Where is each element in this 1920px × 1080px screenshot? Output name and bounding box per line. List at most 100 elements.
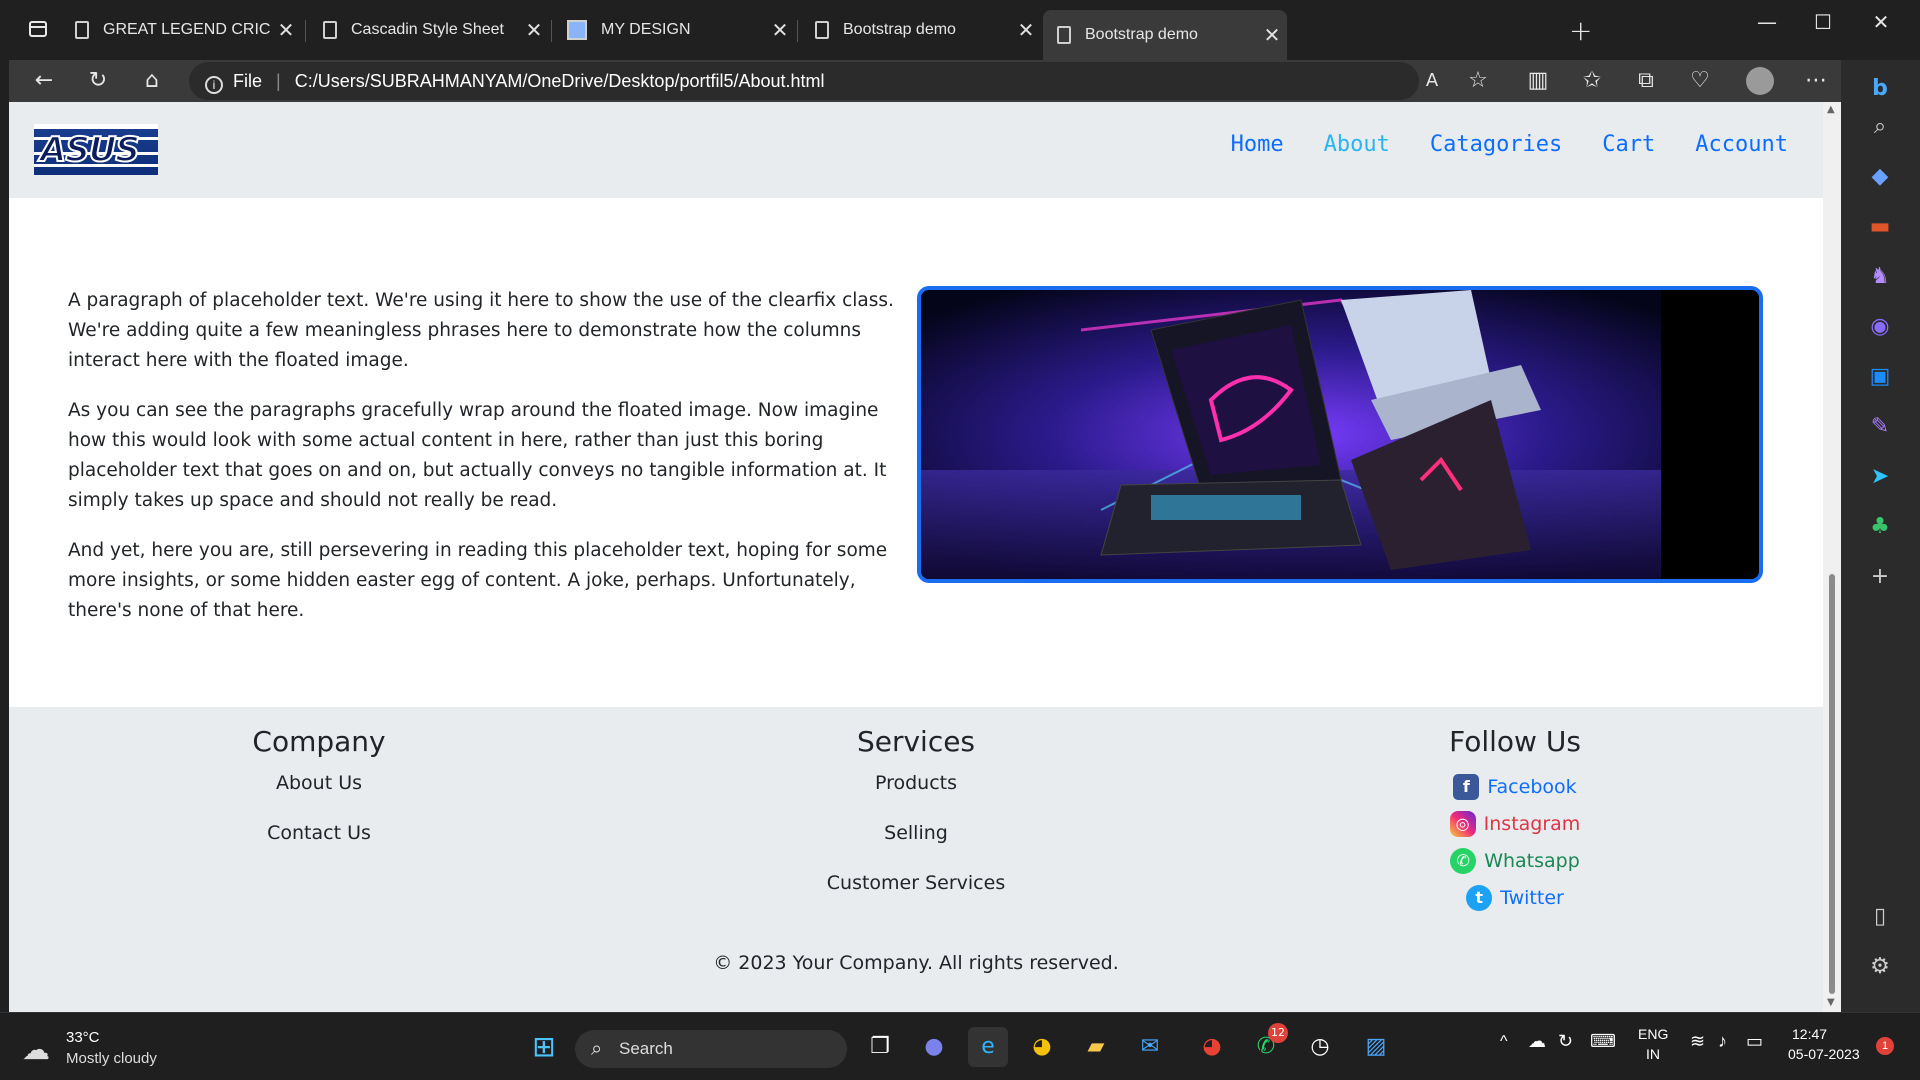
tab-my-design[interactable]: MY DESIGN ✕ xyxy=(555,8,795,52)
chrome-profile-icon[interactable]: ◕ xyxy=(1192,1027,1232,1067)
scroll-down-icon[interactable]: ▼ xyxy=(1827,997,1835,1008)
add-icon[interactable]: + xyxy=(1863,560,1897,594)
outlook-icon[interactable]: ▣ xyxy=(1863,360,1897,394)
tab-great-legend-cricketrs[interactable]: GREAT LEGEND CRICKETRS ✕ xyxy=(61,8,301,52)
tab-close-icon[interactable]: ✕ xyxy=(765,18,795,43)
tab-close-icon[interactable]: ✕ xyxy=(519,18,549,43)
whatsapp-link[interactable]: ✆ Whatsapp xyxy=(1385,842,1645,879)
footer-products-link[interactable]: Products xyxy=(766,768,1066,818)
more-menu-icon[interactable]: ⋯ xyxy=(1799,64,1833,98)
facebook-link[interactable]: f Facebook xyxy=(1385,768,1645,805)
footer-contact-us-link[interactable]: Contact Us xyxy=(199,818,439,868)
designer-icon[interactable]: ✎ xyxy=(1863,410,1897,444)
tools-icon[interactable]: ▬ xyxy=(1863,210,1897,244)
back-icon[interactable]: ← xyxy=(27,64,61,98)
footer-selling-link[interactable]: Selling xyxy=(766,818,1066,868)
info-icon[interactable]: i xyxy=(205,76,223,94)
tab-close-icon[interactable]: ✕ xyxy=(271,18,301,43)
edge-browser-icon[interactable]: e xyxy=(968,1027,1008,1067)
settings-gear-icon[interactable]: ⚙ xyxy=(1863,950,1897,984)
footer-follow-heading: Follow Us xyxy=(1449,725,1581,758)
favorites-icon[interactable]: ✩ xyxy=(1575,64,1609,98)
minimize-icon[interactable]: — xyxy=(1747,10,1787,34)
teams-chat-icon[interactable]: ● xyxy=(914,1027,954,1067)
address-bar[interactable]: i File | C:/Users/SUBRAHMANYAM/OneDrive/Des… xyxy=(189,62,1419,100)
notification-badge[interactable]: 1 xyxy=(1876,1037,1894,1055)
nav-home[interactable]: Home xyxy=(1231,132,1284,157)
page-viewport: ASUS Home About Catagories Cart Account … xyxy=(9,102,1823,1012)
send-icon[interactable]: ➤ xyxy=(1863,460,1897,494)
battery-icon[interactable]: ▭ xyxy=(1746,1031,1763,1052)
twitter-link[interactable]: t Twitter xyxy=(1385,879,1645,916)
twitter-icon: t xyxy=(1466,884,1493,911)
show-hidden-icons[interactable]: ^ xyxy=(1500,1033,1508,1051)
footer-customer-services-link[interactable]: Customer Services xyxy=(766,868,1066,918)
performance-icon[interactable]: ♡ xyxy=(1683,64,1717,98)
favorite-star-icon[interactable]: ☆ xyxy=(1461,64,1495,98)
sidebar-toggle-icon[interactable]: ▯ xyxy=(1863,900,1897,934)
scroll-up-icon[interactable]: ▲ xyxy=(1827,104,1835,115)
collections-icon[interactable]: ⧉ xyxy=(1629,64,1663,98)
taskbar-search[interactable]: ⌕ Search xyxy=(575,1030,847,1068)
tab-bootstrap-demo-active[interactable]: Bootstrap demo ✕ xyxy=(1043,10,1287,60)
chrome-icon[interactable]: ◕ xyxy=(1022,1027,1062,1067)
footer-about-us-link[interactable]: About Us xyxy=(199,768,439,818)
maximize-icon[interactable]: ☐ xyxy=(1803,10,1843,34)
onedrive-cloud-icon[interactable]: ☁ xyxy=(1528,1031,1546,1052)
whatsapp-app-icon[interactable]: ✆ 12 xyxy=(1246,1023,1288,1067)
games-icon[interactable]: ♞ xyxy=(1863,260,1897,294)
asus-logo[interactable]: ASUS xyxy=(34,124,158,175)
weather-temp[interactable]: 33°C xyxy=(66,1029,100,1046)
clock-time[interactable]: 12:47 xyxy=(1792,1026,1827,1042)
tab-close-icon[interactable]: ✕ xyxy=(1011,18,1041,43)
nav-links: Home About Catagories Cart Account xyxy=(1231,132,1788,157)
read-aloud-icon[interactable]: A xyxy=(1415,64,1449,98)
nav-cart[interactable]: Cart xyxy=(1602,132,1655,157)
tree-icon[interactable]: ♣ xyxy=(1863,510,1897,544)
scrollbar-thumb[interactable] xyxy=(1829,574,1835,994)
split-screen-icon[interactable]: ▥ xyxy=(1521,64,1555,98)
clock-app-icon[interactable]: ◷ xyxy=(1300,1027,1340,1067)
language-in[interactable]: IN xyxy=(1646,1046,1660,1062)
file-explorer-icon[interactable]: ▰ xyxy=(1076,1027,1116,1067)
facebook-icon: f xyxy=(1453,773,1480,800)
language-eng[interactable]: ENG xyxy=(1638,1026,1668,1042)
clock-date[interactable]: 05-07-2023 xyxy=(1788,1046,1860,1062)
shopping-tag-icon[interactable]: ◆ xyxy=(1863,160,1897,194)
site-navbar: ASUS Home About Catagories Cart Account xyxy=(9,102,1823,198)
tab-title: Bootstrap demo xyxy=(1085,26,1198,43)
start-windows-icon[interactable]: ⊞ xyxy=(524,1027,564,1067)
logo-text: ASUS xyxy=(39,129,141,171)
footer-services: Services Products Selling Customer Servi… xyxy=(766,725,1066,918)
site-footer: Company About Us Contact Us Services Pro… xyxy=(9,707,1823,1012)
office-icon[interactable]: ◉ xyxy=(1863,310,1897,344)
keyboard-icon[interactable]: ⌨ xyxy=(1590,1031,1616,1052)
search-icon: ⌕ xyxy=(591,1038,603,1060)
nav-account[interactable]: Account xyxy=(1695,132,1788,157)
tab-actions-icon[interactable] xyxy=(29,21,47,37)
address-scheme: File xyxy=(233,71,263,91)
nav-catagories[interactable]: Catagories xyxy=(1430,132,1562,157)
weather-condition[interactable]: Mostly cloudy xyxy=(66,1050,157,1067)
task-view-icon[interactable]: ❐ xyxy=(860,1027,900,1067)
nav-about[interactable]: About xyxy=(1324,132,1390,157)
bing-icon[interactable]: b xyxy=(1863,72,1897,106)
new-tab-button[interactable]: + xyxy=(1569,14,1592,47)
search-icon[interactable]: ⌕ xyxy=(1863,110,1897,144)
wifi-icon[interactable]: ≋ xyxy=(1690,1031,1705,1052)
tab-cascadin-style-sheet[interactable]: Cascadin Style Sheet ✕ xyxy=(309,8,549,52)
document-icon xyxy=(815,21,829,39)
mail-icon[interactable]: ✉ xyxy=(1130,1027,1170,1067)
window-close-icon[interactable]: ✕ xyxy=(1861,10,1901,34)
sync-icon[interactable]: ↻ xyxy=(1558,1031,1573,1052)
instagram-link[interactable]: ◎ Instagram xyxy=(1385,805,1645,842)
refresh-icon[interactable]: ↻ xyxy=(81,64,115,98)
paragraph-3: And yet, here you are, still persevering… xyxy=(68,540,888,621)
page-scrollbar[interactable]: ▲ ▼ xyxy=(1823,102,1841,1012)
profile-avatar-icon[interactable] xyxy=(1743,64,1777,98)
home-icon[interactable]: ⌂ xyxy=(135,64,169,98)
tab-close-icon[interactable]: ✕ xyxy=(1257,23,1287,48)
tab-bootstrap-demo[interactable]: Bootstrap demo ✕ xyxy=(801,8,1041,52)
volume-icon[interactable]: ♪ xyxy=(1718,1031,1727,1052)
paint-app-icon[interactable]: ▨ xyxy=(1356,1027,1396,1067)
